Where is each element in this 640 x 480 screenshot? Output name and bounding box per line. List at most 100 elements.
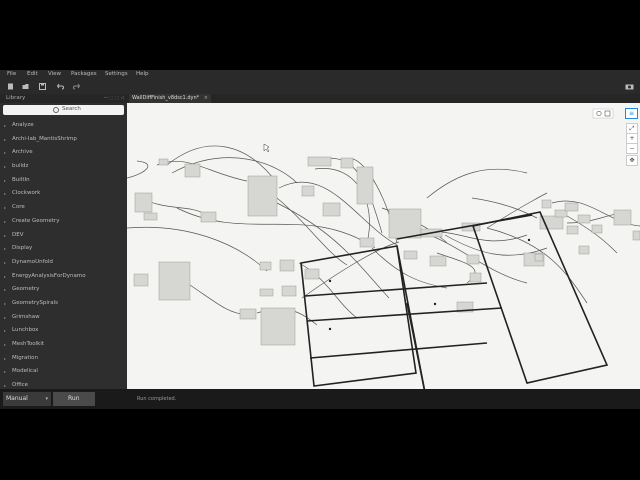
wall-geometry [300, 211, 609, 389]
library-item[interactable]: ▸ Migration [0, 352, 127, 366]
pan-icon[interactable]: ✥ [626, 155, 638, 166]
library-item[interactable]: ▸ BuiltIn [0, 174, 127, 188]
library-item[interactable]: ▸ Core [0, 201, 127, 215]
library-item[interactable]: ▸ Archi-lab_MantisShrimp [0, 133, 127, 147]
wall-outline [396, 245, 426, 389]
wire [156, 161, 248, 182]
node [356, 166, 374, 205]
wire [127, 226, 268, 272]
library-item[interactable]: ▸ buildz [0, 160, 127, 174]
library-item[interactable]: ▸ Lunchbox [0, 324, 127, 338]
node [577, 214, 591, 224]
wall-outline [309, 342, 488, 359]
node [403, 250, 418, 260]
node [301, 185, 315, 197]
chevron-right-icon: ▸ [4, 232, 7, 238]
chevron-right-icon: ▸ [4, 136, 7, 142]
library-item[interactable]: ▸ Display [0, 242, 127, 256]
wire [426, 168, 528, 199]
undo-icon[interactable] [57, 83, 64, 90]
chevron-right-icon: ▸ [4, 355, 7, 361]
node [239, 308, 257, 320]
chevron-right-icon: ▸ [4, 287, 7, 293]
nav-mode-icon[interactable]: ≡ [625, 108, 638, 119]
redo-icon[interactable] [73, 83, 80, 90]
toolbar [0, 80, 640, 95]
node [359, 237, 375, 248]
library-item[interactable]: ▸ EnergyAnalysisForDynamo [0, 270, 127, 284]
chevron-right-icon: ▸ [4, 342, 7, 347]
graph-canvas[interactable]: ≡ ⤢ + − ✥ [127, 103, 640, 389]
node [134, 192, 153, 213]
library-item[interactable]: ▸ Clockwork [0, 187, 127, 201]
run-button-label: Run [68, 395, 80, 402]
library-item[interactable]: ▸ MeshToolkit [0, 338, 127, 352]
menu-edit[interactable]: Edit [27, 71, 38, 77]
chevron-right-icon: ▸ [4, 177, 7, 183]
wall-outline [306, 307, 503, 322]
node [388, 208, 422, 239]
point [328, 327, 332, 331]
library-item[interactable]: ▸ Create Geometry [0, 215, 127, 229]
dynamo-window: File Edit View Packages Settings Help Li… [0, 70, 640, 409]
new-file-icon[interactable] [7, 83, 14, 90]
menu-settings[interactable]: Settings [105, 71, 128, 77]
node [200, 211, 217, 223]
node [184, 163, 201, 178]
chevron-right-icon: ▸ [4, 300, 7, 306]
save-icon[interactable] [39, 83, 46, 90]
node [340, 157, 354, 169]
library-list: ▸ Analyze ▸ Archi-lab_MantisShrimp ▸ Archiv… [0, 119, 127, 393]
chevron-right-icon: ▸ [4, 314, 7, 320]
library-controls[interactable]: ꟷ ⬚ ⬚ ◁ [104, 95, 124, 101]
menu-help[interactable]: Help [136, 71, 149, 77]
chevron-right-icon: ▸ [4, 328, 7, 334]
library-item[interactable]: ▸ DynamoUnfold [0, 256, 127, 270]
run-mode-select[interactable]: Manual ▾ [3, 392, 51, 406]
tab-label: WallDiffFinish_v8dsc1.dyn* [132, 95, 200, 101]
wires [127, 145, 640, 326]
library-item[interactable]: ▸ GeometrySpirals [0, 297, 127, 311]
node [247, 175, 278, 217]
chevron-right-icon: ▸ [4, 205, 7, 211]
library-item[interactable]: ▸ Modelical [0, 365, 127, 379]
point [328, 279, 332, 283]
zoom-out-icon[interactable]: − [626, 143, 638, 154]
node [466, 254, 480, 265]
node [281, 285, 297, 297]
wire [486, 192, 548, 229]
view-toggle[interactable] [592, 108, 614, 119]
camera-icon[interactable] [625, 83, 634, 90]
open-folder-icon[interactable] [22, 83, 29, 90]
chevron-right-icon: ▸ [4, 246, 7, 252]
node [279, 259, 295, 272]
menu-packages[interactable]: Packages [71, 71, 97, 77]
node [632, 230, 640, 241]
workspace-tab-bar: WallDiffFinish_v8dsc1.dyn* × [127, 94, 640, 103]
close-icon[interactable]: × [204, 95, 208, 101]
workspace-tab[interactable]: WallDiffFinish_v8dsc1.dyn* × [129, 94, 211, 103]
wall-outline [304, 282, 488, 297]
menu-file[interactable]: File [7, 71, 16, 77]
wire [186, 282, 248, 316]
library-item[interactable]: ▸ Grimshaw [0, 311, 127, 325]
run-button[interactable]: Run [53, 392, 95, 406]
library-search-input[interactable]: Search [3, 105, 124, 115]
wall-outline [300, 245, 417, 387]
node [429, 255, 447, 267]
node [578, 245, 590, 255]
library-item[interactable]: ▸ Archive [0, 146, 127, 160]
graph-nodes [133, 156, 640, 346]
graph-view [127, 108, 640, 389]
search-placeholder: Search [62, 106, 81, 112]
library-item[interactable]: ▸ Analyze [0, 119, 127, 133]
menu-view[interactable]: View [48, 71, 61, 77]
node [307, 156, 332, 167]
node [591, 224, 603, 234]
run-mode-label: Manual [6, 395, 28, 402]
node [143, 212, 158, 221]
library-item[interactable]: ▸ Geometry [0, 283, 127, 297]
library-item[interactable]: ▸ DEV [0, 229, 127, 243]
chevron-right-icon: ▸ [4, 150, 7, 156]
node [564, 202, 579, 212]
